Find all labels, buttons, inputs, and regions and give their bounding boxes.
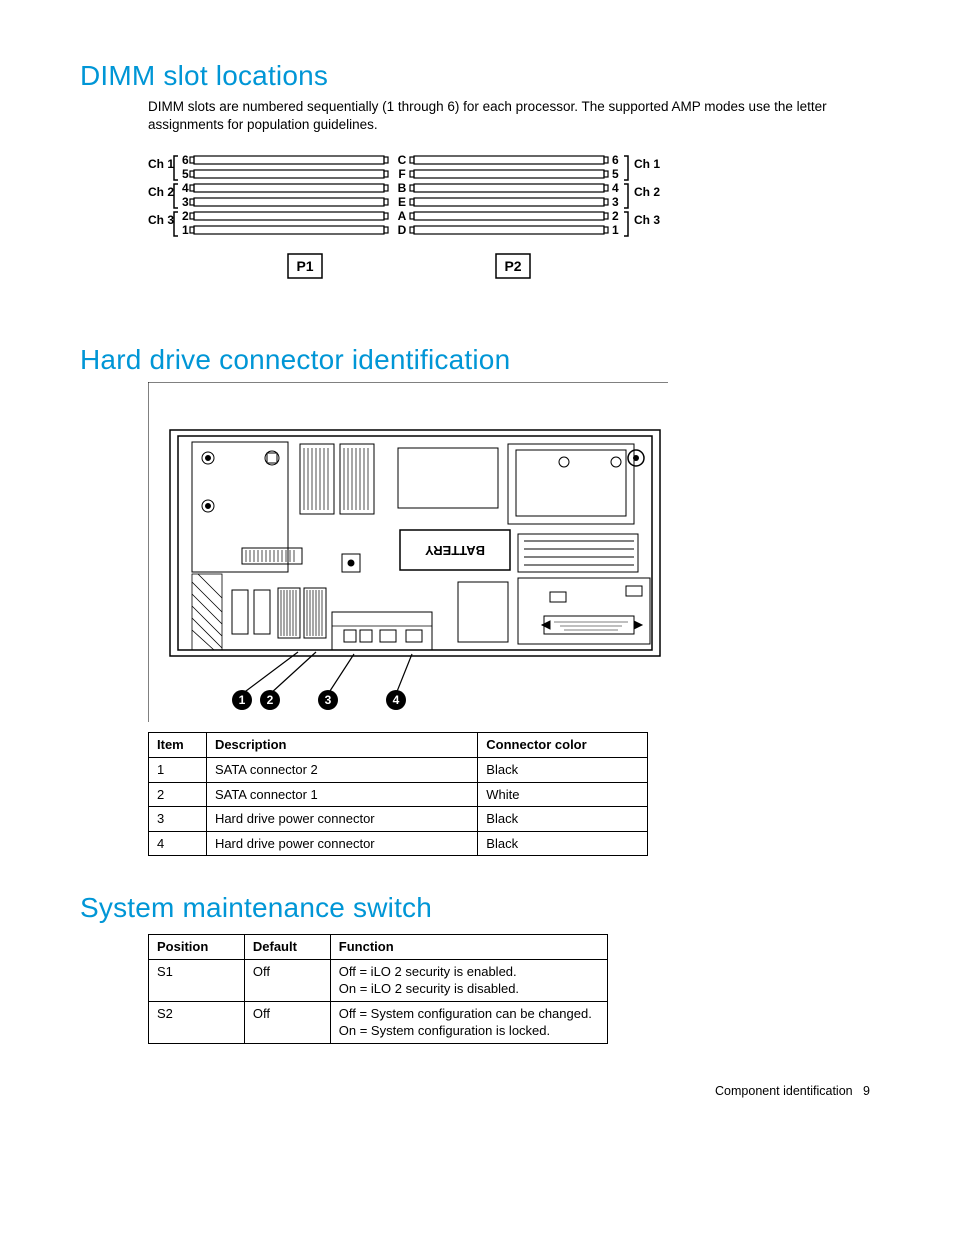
svg-text:4: 4 xyxy=(393,693,400,707)
hd-diagram: BATTERY xyxy=(148,382,874,722)
th-item: Item xyxy=(149,733,207,758)
svg-text:5: 5 xyxy=(182,167,189,181)
table-row: 2 SATA connector 1 White xyxy=(149,782,648,807)
th-desc: Description xyxy=(206,733,477,758)
heading-sms: System maintenance switch xyxy=(80,892,874,924)
svg-text:2: 2 xyxy=(612,209,619,223)
footer-page: 9 xyxy=(863,1084,870,1098)
svg-text:6: 6 xyxy=(182,154,189,167)
dimm-body: DIMM slots are numbered sequentially (1 … xyxy=(148,98,858,134)
svg-text:Ch 2: Ch 2 xyxy=(634,185,660,199)
svg-text:Ch 1: Ch 1 xyxy=(148,157,174,171)
svg-text:4: 4 xyxy=(182,181,189,195)
table-row: 4 Hard drive power connector Black xyxy=(149,831,648,856)
svg-text:E: E xyxy=(398,195,406,209)
sms-table: Position Default Function S1 Off Off = i… xyxy=(148,934,608,1044)
svg-text:1: 1 xyxy=(612,223,619,237)
dimm-diagram: Ch 1 Ch 2 Ch 3 6 5 4 3 2 1 C F B E A D xyxy=(148,154,874,294)
heading-dimm: DIMM slot locations xyxy=(80,60,874,92)
svg-text:2: 2 xyxy=(267,693,274,707)
table-row: S1 Off Off = iLO 2 security is enabled. … xyxy=(149,959,608,1001)
table-row: 1 SATA connector 2 Black xyxy=(149,757,648,782)
svg-text:B: B xyxy=(398,181,407,195)
svg-text:3: 3 xyxy=(612,195,619,209)
svg-text:P2: P2 xyxy=(504,258,521,274)
svg-text:Ch 3: Ch 3 xyxy=(148,213,174,227)
svg-text:BATTERY: BATTERY xyxy=(425,543,485,558)
svg-text:6: 6 xyxy=(612,154,619,167)
svg-text:Ch 3: Ch 3 xyxy=(634,213,660,227)
svg-text:F: F xyxy=(398,167,405,181)
svg-text:C: C xyxy=(398,154,407,167)
page-footer: Component identification 9 xyxy=(80,1084,874,1098)
svg-text:5: 5 xyxy=(612,167,619,181)
heading-hd: Hard drive connector identification xyxy=(80,344,874,376)
th-position: Position xyxy=(149,935,245,960)
svg-text:3: 3 xyxy=(325,693,332,707)
svg-text:A: A xyxy=(398,209,407,223)
svg-text:3: 3 xyxy=(182,195,189,209)
table-row: 3 Hard drive power connector Black xyxy=(149,807,648,832)
th-default: Default xyxy=(244,935,330,960)
svg-text:1: 1 xyxy=(182,223,189,237)
th-color: Connector color xyxy=(478,733,648,758)
svg-text:1: 1 xyxy=(239,693,246,707)
svg-text:4: 4 xyxy=(612,181,619,195)
th-function: Function xyxy=(330,935,607,960)
svg-text:P1: P1 xyxy=(296,258,313,274)
svg-text:2: 2 xyxy=(182,209,189,223)
hd-connector-table: Item Description Connector color 1 SATA … xyxy=(148,732,648,856)
footer-section: Component identification xyxy=(715,1084,853,1098)
svg-text:Ch 2: Ch 2 xyxy=(148,185,174,199)
table-row: S2 Off Off = System configuration can be… xyxy=(149,1001,608,1043)
svg-text:D: D xyxy=(398,223,407,237)
svg-text:Ch 1: Ch 1 xyxy=(634,157,660,171)
